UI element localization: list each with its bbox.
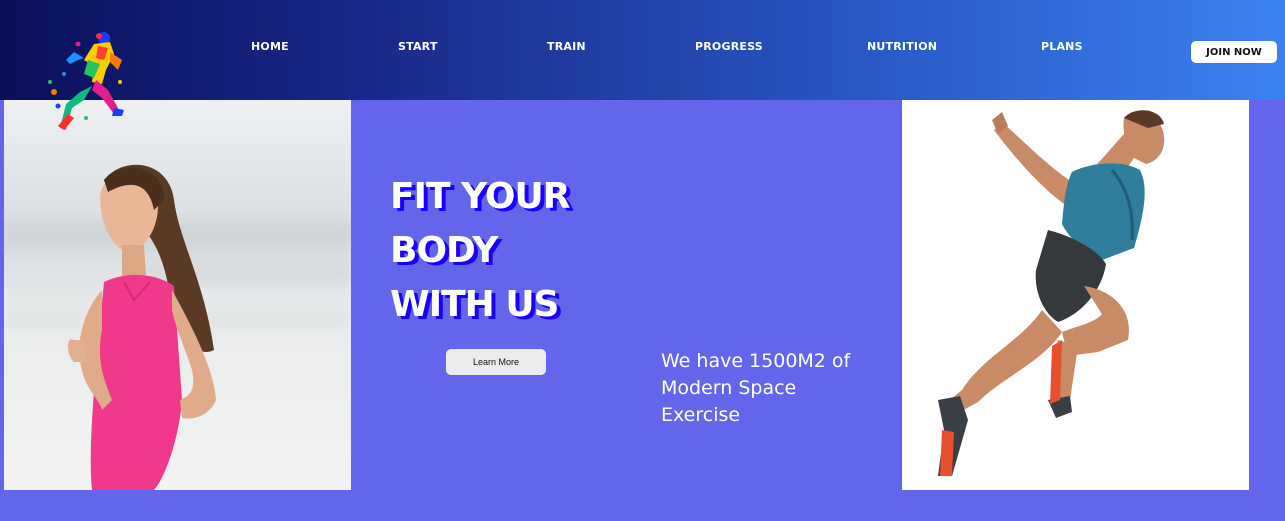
nav-link-plans[interactable]: PLANS [1041, 40, 1083, 53]
hero-title-line-2: BODY [390, 230, 498, 271]
navbar: HOME START TRAIN PROGRESS NUTRITION PLAN… [0, 0, 1285, 100]
right-hero-image [902, 100, 1249, 490]
nav-link-start[interactable]: START [398, 40, 438, 53]
hero-title-line-1: FIT YOUR [390, 176, 570, 217]
join-now-button[interactable]: JOIN NOW [1191, 41, 1277, 63]
nav-link-nutrition[interactable]: NUTRITION [867, 40, 937, 53]
nav-link-train[interactable]: TRAIN [547, 40, 586, 53]
hero-title-line-3: WITH US [390, 284, 559, 325]
learn-more-button[interactable]: Learn More [446, 349, 546, 375]
logo-icon[interactable] [44, 30, 128, 132]
left-hero-image [4, 100, 351, 490]
hero-tagline: We have 1500M2 of Modern Space Exercise [661, 350, 851, 426]
nav-link-progress[interactable]: PROGRESS [695, 40, 763, 53]
hero-title: FIT YOUR BODY WITH US [390, 170, 570, 332]
nav-link-home[interactable]: HOME [251, 40, 289, 53]
